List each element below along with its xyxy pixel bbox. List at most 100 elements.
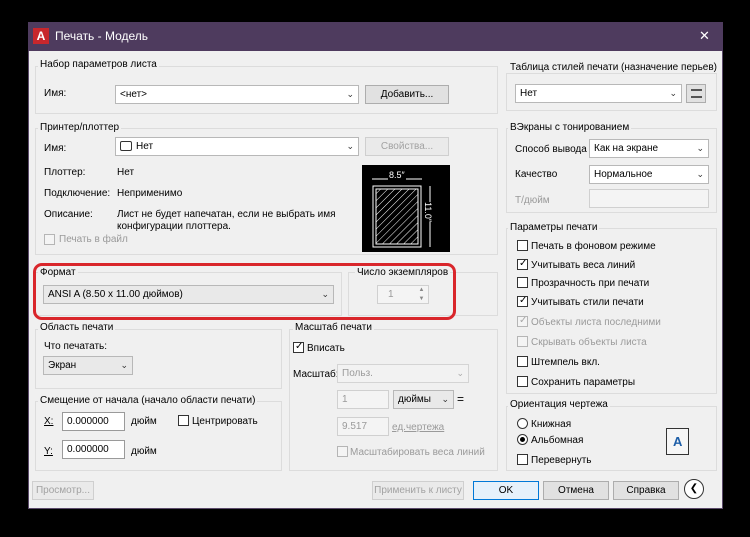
dpi-input[interactable]	[589, 189, 709, 208]
chevron-down-icon: ⌄	[346, 89, 354, 99]
scale-unit-2-label: ед.чертежа	[392, 422, 445, 433]
what-to-plot-select[interactable]: Экран ⌄	[43, 356, 133, 375]
plotter-label: Плоттер:	[44, 167, 86, 178]
landscape-orientation-icon: A	[666, 428, 689, 455]
scale-lineweights-checkbox[interactable]	[337, 446, 348, 457]
plot-scale-title: Масштаб печати	[293, 322, 374, 333]
plot-option-label: Скрывать объекты листа	[531, 337, 647, 348]
fit-to-paper-checkbox[interactable]: ✓	[293, 341, 304, 353]
ok-button[interactable]: OK	[473, 481, 539, 500]
portrait-label: Книжная	[531, 419, 572, 430]
printer-name-value: Нет	[136, 141, 154, 152]
plot-option-checkbox[interactable]	[517, 336, 528, 347]
close-icon[interactable]: ✕	[699, 28, 710, 44]
description-label: Описание:	[44, 209, 93, 220]
check-icon: ✓	[519, 295, 528, 306]
center-plot-checkbox[interactable]	[178, 415, 189, 426]
scale-value-1: 1	[342, 394, 348, 405]
description-line-1: Лист не будет напечатан, если не выбрать…	[117, 209, 336, 220]
offset-x-input[interactable]: 0.000000	[62, 412, 125, 431]
chevron-down-icon: ⌄	[669, 88, 677, 98]
connection-label: Подключение:	[44, 188, 111, 199]
plot-option-checkbox[interactable]: ✓	[517, 258, 528, 270]
plot-option-checkbox[interactable]: ✓	[517, 295, 528, 307]
plot-option-label: Учитывать веса линий	[531, 260, 636, 271]
what-to-plot-value: Экран	[48, 360, 77, 371]
plotter-value: Нет	[117, 167, 135, 178]
print-to-file-checkbox[interactable]	[44, 234, 55, 245]
plot-option-checkbox[interactable]: ✓	[517, 315, 528, 327]
description-line-2: конфигурации плоттера.	[117, 221, 231, 232]
scale-select[interactable]: Польз. ⌄	[337, 364, 469, 383]
plot-option-checkbox[interactable]	[517, 240, 528, 251]
chevron-down-icon: ⌄	[120, 360, 128, 370]
offset-x-value: 0.000000	[67, 416, 109, 427]
plot-options-group	[506, 228, 717, 394]
plot-options-title: Параметры печати	[508, 222, 600, 233]
landscape-radio[interactable]	[517, 434, 528, 445]
scale-lineweights-label: Масштабировать веса линий	[350, 447, 485, 458]
printer-name-select[interactable]: Нет ⌄	[115, 137, 359, 156]
connection-value: Неприменимо	[117, 188, 183, 199]
printer-icon	[120, 141, 132, 151]
plot-area-title: Область печати	[38, 322, 116, 333]
plot-option-label: Печать в фоновом режиме	[531, 241, 656, 252]
plot-style-value: Нет	[520, 88, 538, 99]
plot-style-select[interactable]: Нет ⌄	[515, 84, 682, 103]
scale-label: Масштаб:	[293, 369, 339, 380]
scale-value: Польз.	[342, 368, 373, 379]
plot-option-checkbox[interactable]	[517, 376, 528, 387]
page-setup-name-value: <нет>	[120, 89, 148, 100]
paper-preview-icon	[372, 178, 431, 248]
offset-x-label: X:	[44, 416, 54, 427]
shade-output-label: Способ вывода	[515, 144, 587, 155]
highlight-annotation	[33, 263, 456, 320]
upside-down-checkbox[interactable]	[517, 454, 528, 465]
plot-option-label: Прозрачность при печати	[531, 278, 650, 289]
help-button[interactable]: Справка	[613, 481, 679, 500]
orientation-title: Ориентация чертежа	[508, 399, 610, 410]
paper-height-label: 11.0″	[423, 201, 434, 223]
plot-option-checkbox[interactable]	[517, 356, 528, 367]
scale-value-2-input[interactable]: 9.517	[337, 417, 389, 436]
app-logo-icon: A	[33, 28, 49, 44]
center-plot-label: Центрировать	[192, 416, 258, 427]
plot-option-label: Сохранить параметры	[531, 377, 636, 388]
fit-to-paper-label: Вписать	[307, 343, 345, 354]
page-setup-name-select[interactable]: <нет> ⌄	[115, 85, 359, 104]
equals-sign: =	[457, 392, 465, 406]
add-button[interactable]: Добавить...	[365, 85, 449, 104]
plot-style-edit-button[interactable]	[686, 84, 706, 103]
scale-value-2: 9.517	[342, 421, 368, 432]
scale-unit-select[interactable]: дюймы ⌄	[393, 390, 454, 409]
cancel-button[interactable]: Отмена	[543, 481, 609, 500]
offset-y-unit: дюйм	[131, 446, 157, 457]
properties-button[interactable]: Свойства...	[365, 137, 449, 156]
offset-y-value: 0.000000	[67, 444, 109, 455]
apply-to-layout-button[interactable]: Применить к листу	[372, 481, 464, 500]
preview-button[interactable]: Просмотр...	[32, 481, 94, 500]
offset-y-input[interactable]: 0.000000	[62, 440, 125, 459]
shaded-title: ВЭкраны с тонированием	[508, 122, 632, 133]
plot-option-label: Объекты листа последними	[531, 317, 661, 328]
quality-value: Нормальное	[594, 169, 653, 180]
scale-value-1-input[interactable]: 1	[337, 390, 389, 409]
offset-x-unit: дюйм	[131, 416, 157, 427]
quality-select[interactable]: Нормальное ⌄	[589, 165, 709, 184]
plot-option-checkbox[interactable]	[517, 277, 528, 288]
chevron-down-icon: ⌄	[696, 169, 704, 179]
printer-title: Принтер/плоттер	[38, 122, 122, 133]
chevron-down-icon: ⌄	[696, 143, 704, 153]
portrait-radio[interactable]	[517, 418, 528, 429]
plot-option-label: Штемпель вкл.	[531, 357, 600, 368]
quality-label: Качество	[515, 169, 558, 180]
plot-option-label: Учитывать стили печати	[531, 297, 644, 308]
collapse-panel-icon[interactable]: ❮	[684, 479, 704, 499]
plot-offset-title: Смещение от начала (начало области печат…	[38, 395, 258, 406]
chevron-down-icon: ⌄	[346, 141, 354, 151]
what-to-plot-label: Что печатать:	[44, 341, 108, 352]
shade-output-select[interactable]: Как на экране ⌄	[589, 139, 709, 158]
edit-table-icon	[691, 89, 702, 98]
print-to-file-label: Печать в файл	[59, 234, 128, 245]
upside-down-label: Перевернуть	[531, 455, 592, 466]
